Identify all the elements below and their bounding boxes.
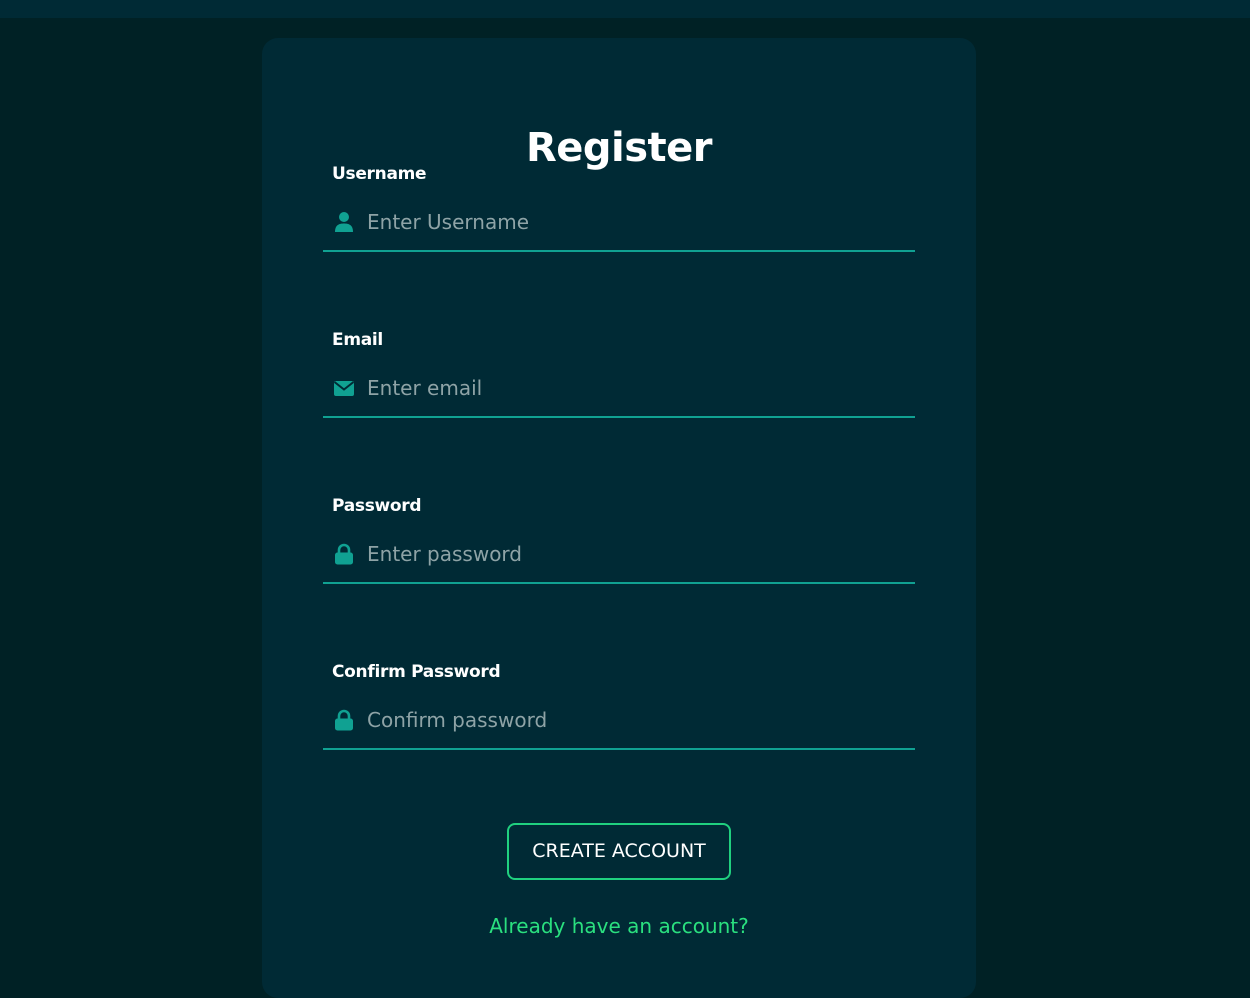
email-input[interactable] [367, 360, 907, 416]
password-input-row [323, 526, 915, 584]
lock-icon [335, 543, 353, 565]
username-input-row [323, 194, 915, 252]
username-input[interactable] [367, 194, 907, 250]
confirm-password-input-row [323, 692, 915, 750]
password-label: Password [332, 496, 422, 516]
username-label: Username [332, 164, 427, 184]
user-icon [335, 212, 353, 232]
password-input[interactable] [367, 526, 907, 582]
register-card: Register Username Email Password [262, 38, 976, 998]
confirm-password-input[interactable] [367, 692, 907, 748]
envelope-icon [333, 381, 355, 396]
email-input-row [323, 360, 915, 418]
top-bar [0, 0, 1250, 18]
lock-icon [335, 709, 353, 731]
create-account-button[interactable]: CREATE ACCOUNT [507, 823, 731, 880]
confirm-password-label: Confirm Password [332, 662, 501, 682]
email-label: Email [332, 330, 383, 350]
login-link[interactable]: Already have an account? [262, 912, 976, 940]
